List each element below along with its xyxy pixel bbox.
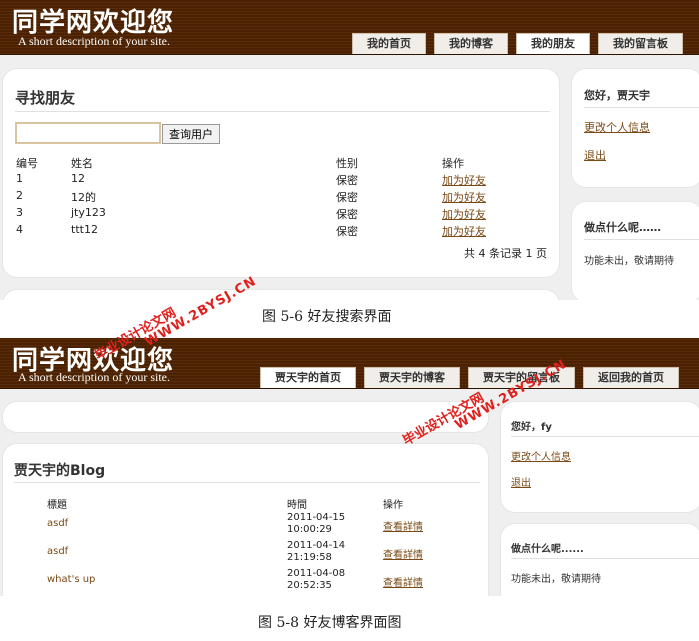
status-title: 做点什么呢...... [511, 544, 584, 555]
nav-tabs: 贾天宇的首页 贾天宇的博客 贾天宇的留言板 返回我的首页 [260, 367, 679, 388]
friend-table: 编号 姓名 性别 操作 1 12 保密 加为好友 2 12的 保密 加为好友 3… [16, 155, 546, 240]
figure-caption: 图 5-6 好友搜索界面 [262, 309, 392, 325]
user-id: 4 [16, 223, 23, 236]
user-gender: 保密 [336, 191, 358, 204]
blog-title[interactable]: asdf [47, 518, 68, 529]
status-panel: 做点什么呢...... 功能未出，敬请期待 [501, 524, 699, 596]
column-header: 標題 [47, 500, 67, 511]
add-friend-link[interactable]: 加为好友 [442, 206, 486, 222]
table-row: asdf 2011-04-14 21:19:58 查看詳情 [47, 540, 467, 568]
divider [511, 558, 699, 559]
status-text: 功能未出，敬请期待 [511, 574, 601, 585]
table-header: 標題 時間 操作 [47, 496, 467, 512]
view-details-link[interactable]: 查看詳情 [383, 574, 423, 589]
blog-time: 20:52:35 [287, 580, 332, 591]
tab-back-home[interactable]: 返回我的首页 [583, 367, 679, 388]
blog-time: 10:00:29 [287, 524, 332, 535]
column-header: 操作 [383, 500, 403, 511]
record-summary: 共 4 条记录 1 页 [464, 247, 547, 260]
greeting: 您好，fy [511, 422, 552, 433]
status-panel: 做点什么呢…… 功能未出，敬请期待 [572, 202, 699, 300]
table-row: asdf 2011-04-15 10:00:29 查看詳情 [47, 512, 467, 540]
blog-time: 21:19:58 [287, 552, 332, 563]
figure-caption: 图 5-8 好友博客界面图 [258, 615, 402, 631]
column-header: 時間 [287, 500, 307, 511]
edit-profile-link[interactable]: 更改个人信息 [584, 119, 650, 135]
nav-tabs: 我的首页 我的博客 我的朋友 我的留言板 [352, 33, 683, 54]
user-name: 12 [71, 172, 85, 185]
add-friend-link[interactable]: 加为好友 [442, 172, 486, 188]
user-gender: 保密 [336, 208, 358, 221]
site-description: A short description of your site. [18, 34, 170, 48]
search-user-button[interactable]: 查询用户 [162, 124, 220, 144]
table-row: 4 ttt12 保密 加为好友 [16, 223, 546, 240]
divider [584, 239, 699, 240]
table-row: 1 12 保密 加为好友 [16, 172, 546, 189]
blog-title[interactable]: asdf [47, 546, 68, 557]
divider [511, 436, 699, 437]
friend-search-screenshot: 同学网欢迎您 A short description of your site.… [0, 0, 699, 300]
page-title: 贾天宇的Blog [14, 463, 106, 479]
divider [584, 107, 699, 108]
column-header: 性别 [336, 157, 358, 170]
tab-my-blog[interactable]: 我的博客 [434, 33, 508, 54]
blog-date: 2011-04-08 [287, 568, 346, 579]
column-header: 操作 [442, 157, 464, 170]
status-text: 功能未出，敬请期待 [584, 256, 674, 267]
add-friend-link[interactable]: 加为好友 [442, 189, 486, 205]
divider [15, 111, 550, 112]
column-header: 编号 [16, 157, 38, 170]
user-id: 1 [16, 172, 23, 185]
edit-profile-link[interactable]: 更改个人信息 [511, 448, 571, 463]
status-title: 做点什么呢…… [584, 221, 661, 234]
greeting: 您好，贾天宇 [584, 89, 650, 102]
blog-table: 標題 時間 操作 asdf 2011-04-15 10:00:29 查看詳情 a… [47, 496, 467, 596]
search-input[interactable] [15, 122, 161, 144]
divider [14, 482, 480, 483]
table-row: 3 jty123 保密 加为好友 [16, 206, 546, 223]
blog-title[interactable]: what's up [47, 574, 95, 585]
user-name: ttt12 [71, 223, 98, 236]
add-friend-link[interactable]: 加为好友 [442, 223, 486, 239]
user-gender: 保密 [336, 174, 358, 187]
table-row: 2 12的 保密 加为好友 [16, 189, 546, 206]
tab-friend-blog[interactable]: 贾天宇的博客 [364, 367, 460, 388]
user-id: 3 [16, 206, 23, 219]
user-panel: 您好，fy 更改个人信息 退出 [501, 402, 699, 512]
user-id: 2 [16, 189, 23, 202]
blog-date: 2011-04-15 [287, 512, 346, 523]
user-name: jty123 [71, 206, 106, 219]
view-details-link[interactable]: 查看詳情 [383, 518, 423, 533]
blog-panel: 贾天宇的Blog 標題 時間 操作 asdf 2011-04-15 10:00:… [3, 444, 488, 596]
user-name: 12的 [71, 191, 96, 204]
table-header: 编号 姓名 性别 操作 [16, 155, 546, 172]
user-panel: 您好，贾天宇 更改个人信息 退出 [572, 69, 699, 187]
user-gender: 保密 [336, 225, 358, 238]
tab-my-guestbook[interactable]: 我的留言板 [598, 33, 683, 54]
lower-panel [3, 290, 559, 300]
tab-my-home[interactable]: 我的首页 [352, 33, 426, 54]
page-title: 寻找朋友 [15, 89, 76, 107]
view-details-link[interactable]: 查看詳情 [383, 546, 423, 561]
site-header: 同学网欢迎您 A short description of your site.… [0, 0, 699, 55]
logout-link[interactable]: 退出 [584, 147, 606, 163]
site-description: A short description of your site. [18, 370, 170, 384]
friend-blog-screenshot: 同学网欢迎您 A short description of your site.… [0, 338, 699, 596]
tab-friend-home[interactable]: 贾天宇的首页 [260, 367, 356, 388]
logout-link[interactable]: 退出 [511, 474, 531, 489]
tab-my-friends[interactable]: 我的朋友 [516, 33, 590, 54]
table-row: what's up 2011-04-08 20:52:35 查看詳情 [47, 568, 467, 596]
find-friends-panel: 寻找朋友 查询用户 编号 姓名 性别 操作 1 12 保密 加为好友 2 12的… [3, 69, 559, 277]
blog-date: 2011-04-14 [287, 540, 346, 551]
column-header: 姓名 [71, 157, 93, 170]
